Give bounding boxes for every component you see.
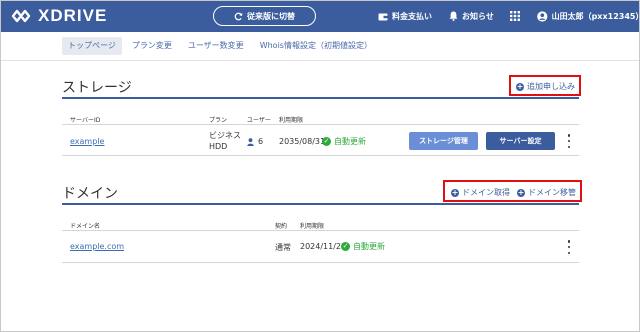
storage-row-more-icon[interactable] [565,134,573,148]
switch-version-button[interactable]: 従来版に切替 [213,6,316,26]
domain-section-rule [62,203,579,205]
tab-plan-change[interactable]: プラン変更 [126,37,178,55]
storage-header-divider [62,124,579,125]
storage-add-link[interactable]: + 追加申し込み [516,81,575,92]
col-header-users: ユーザー [247,117,271,124]
domain-header-divider [62,230,579,231]
domain-transfer-link[interactable]: + ドメイン移管 [517,187,576,198]
server-settings-button[interactable]: サーバー設定 [486,132,555,150]
col-header-domain-name: ドメイン名 [70,223,101,230]
payment-link[interactable]: 料金支払い [378,0,432,32]
tab-top-page[interactable]: トップページ [62,37,122,55]
domain-status: ✓ 自動更新 [341,241,385,252]
grid-icon [510,11,520,21]
tabs-divider [0,60,640,61]
plus-circle-icon: + [517,187,525,197]
logo[interactable]: XDRIVE [10,7,107,25]
domain-name-link[interactable]: example.com [70,242,124,251]
check-circle-icon: ✓ [322,137,331,146]
logo-text: XDRIVE [38,6,108,25]
tab-whois-settings[interactable]: Whois情報設定（初期値設定） [254,37,378,55]
col-header-expiry: 利用期限 [279,117,304,124]
col-header-server-id: サーバーID [70,117,101,124]
switch-version-label: 従来版に切替 [247,11,295,21]
users-cell: 6 [247,137,263,146]
domain-expiry-date: 2024/11/23 [300,242,347,251]
plan-line-2: HDD [209,142,228,151]
col-header-contract: 契約 [275,223,288,230]
notice-label: お知らせ [462,11,494,21]
col-header-domain-expiry: 利用期限 [300,223,325,230]
payment-label: 料金支払い [392,11,432,21]
server-id-link[interactable]: example [70,137,104,146]
storage-status-label: 自動更新 [334,137,366,146]
storage-section-rule [62,97,579,99]
nav-tabs: トップページ プラン変更 ユーザー数変更 Whois情報設定（初期値設定） [62,37,378,55]
apps-menu-button[interactable] [510,0,520,32]
person-icon [247,137,254,146]
user-menu[interactable]: 山田太郎（pxx12345） [537,0,640,32]
plan-cell: ビジネス HDD [209,130,241,152]
storage-section-title: ストレージ [62,80,132,96]
domain-acquire-label: ドメイン取得 [462,188,510,197]
domain-transfer-label: ドメイン移管 [528,188,576,197]
plus-circle-icon: + [516,81,524,91]
notice-link[interactable]: お知らせ [449,0,494,32]
domain-row-more-icon[interactable] [565,240,573,254]
logo-icon [11,9,31,23]
domain-section-title: ドメイン [62,186,118,202]
domain-acquire-link[interactable]: + ドメイン取得 [451,187,510,198]
domain-status-label: 自動更新 [353,242,385,251]
domain-row-divider [62,262,579,263]
contract-type: 通常 [275,243,291,252]
storage-add-label: 追加申し込み [527,82,575,91]
user-label: 山田太郎（pxx12345） [551,11,640,21]
tab-user-count-change[interactable]: ユーザー数変更 [182,37,250,55]
bell-icon [449,11,458,21]
storage-status: ✓ 自動更新 [322,136,366,147]
wallet-icon [378,13,388,20]
check-circle-icon: ✓ [341,242,350,251]
user-avatar-icon [537,10,548,22]
storage-expiry-date: 2035/08/31 [279,137,326,146]
refresh-icon [234,12,243,20]
storage-manage-button[interactable]: ストレージ管理 [409,132,478,150]
storage-row-divider [62,155,579,156]
top-header: XDRIVE 従来版に切替 料金支払い お知らせ 山田太郎（pxx12345） [0,0,640,32]
plan-line-1: ビジネス [209,131,241,140]
plus-circle-icon: + [451,187,459,197]
users-count: 6 [258,137,264,146]
col-header-plan: プラン [209,117,228,124]
